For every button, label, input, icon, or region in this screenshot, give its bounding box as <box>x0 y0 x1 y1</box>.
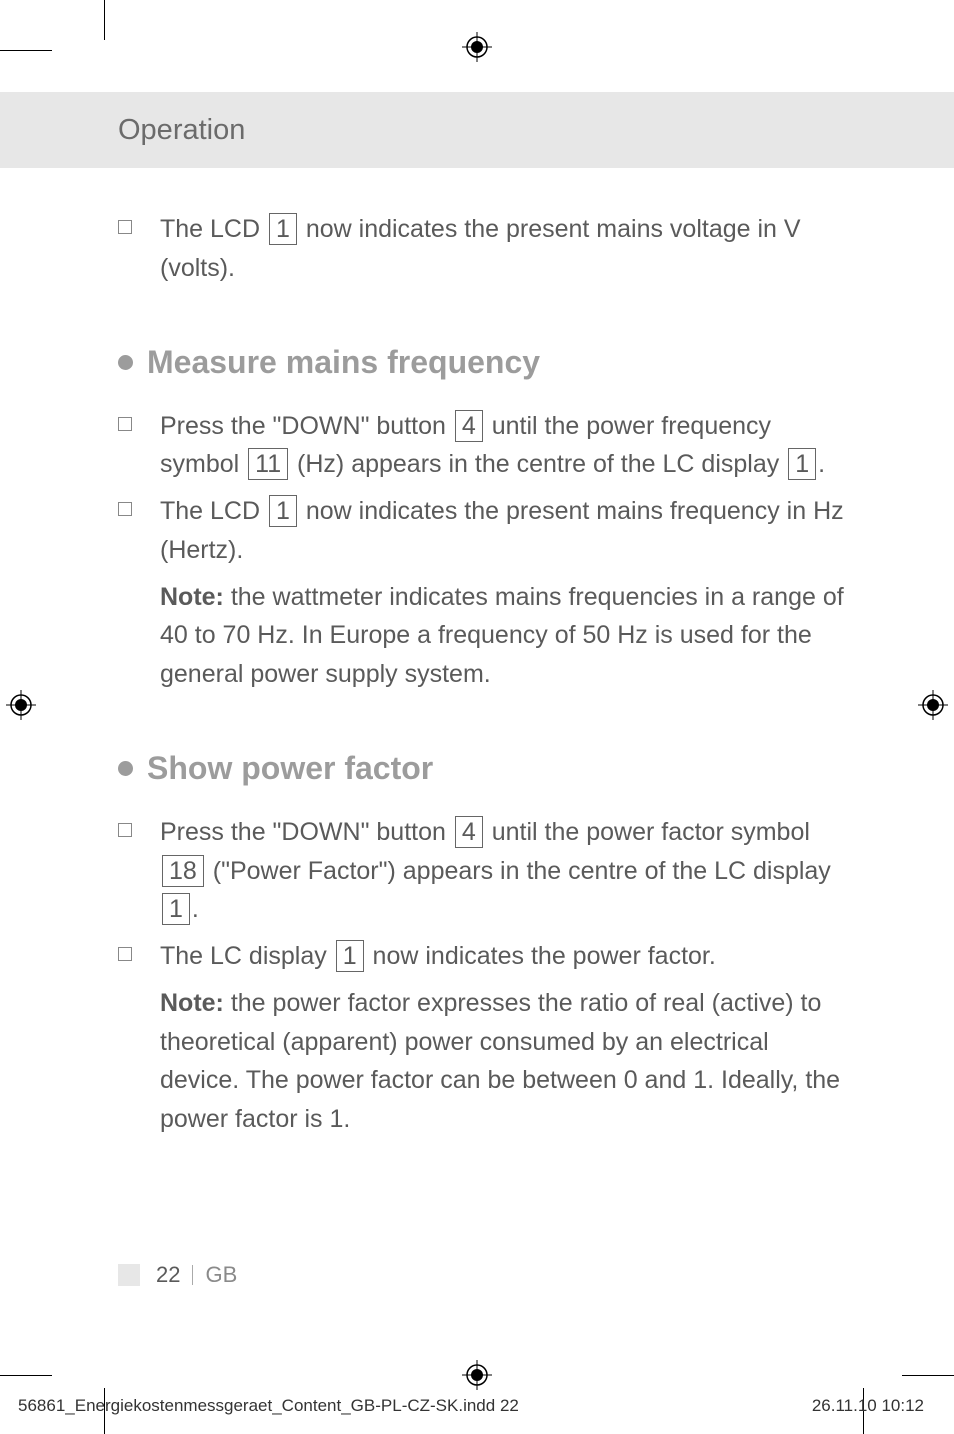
list-item: The LCD 1 now indicates the present main… <box>118 492 854 570</box>
page-title: Operation <box>118 114 245 147</box>
checkbox-icon <box>118 417 132 431</box>
intro-item: The LCD 1 now indicates the present main… <box>118 210 854 288</box>
ref-box: 1 <box>336 940 364 972</box>
divider <box>192 1265 193 1285</box>
text: . <box>192 895 199 923</box>
content: The LCD 1 now indicates the present main… <box>118 210 854 1147</box>
ref-box: 1 <box>269 213 297 245</box>
bullet-icon <box>118 355 133 370</box>
ref-box: 11 <box>248 448 288 480</box>
ref-box: 18 <box>162 855 204 887</box>
text: Press the "DOWN" button <box>160 818 453 846</box>
ref-box: 1 <box>788 448 816 480</box>
registration-mark-icon <box>918 690 948 720</box>
section-heading: Show power factor <box>118 750 854 787</box>
checkbox-icon <box>118 823 132 837</box>
page-num-value: 22 <box>156 1262 180 1288</box>
list-item: The LC display 1 now indicates the power… <box>118 937 854 976</box>
page-number: 22 GB <box>118 1262 237 1288</box>
checkbox-icon <box>118 220 132 234</box>
checkbox-icon <box>118 502 132 516</box>
page-region: GB <box>205 1262 237 1288</box>
note-label: Note: <box>160 583 224 611</box>
text: now indicates the power factor. <box>366 942 716 970</box>
text: (Hz) appears in the centre of the LC dis… <box>290 450 786 478</box>
ref-box: 1 <box>162 893 190 925</box>
section-title: Measure mains frequency <box>147 344 540 381</box>
ref-box: 1 <box>269 495 297 527</box>
section-heading: Measure mains frequency <box>118 344 854 381</box>
footer: 56861_Energiekostenmessgeraet_Content_GB… <box>18 1396 924 1416</box>
text: The LCD <box>160 497 267 525</box>
text: . <box>818 450 825 478</box>
registration-mark-icon <box>462 1360 492 1390</box>
registration-mark-icon <box>462 32 492 62</box>
registration-mark-icon <box>6 690 36 720</box>
ref-box: 4 <box>455 410 483 442</box>
note-label: Note: <box>160 989 224 1017</box>
note: Note: the wattmeter indicates mains freq… <box>118 578 854 694</box>
list-item: Press the "DOWN" button 4 until the powe… <box>118 407 854 485</box>
footer-date: 26.11.10 10:12 <box>812 1396 924 1416</box>
ref-box: 4 <box>455 816 483 848</box>
text: until the power factor symbol <box>485 818 810 846</box>
bullet-icon <box>118 761 133 776</box>
checkbox-icon <box>118 947 132 961</box>
header-band: Operation <box>0 92 954 168</box>
page-marker-icon <box>118 1264 140 1286</box>
note: Note: the power factor expresses the rat… <box>118 984 854 1139</box>
footer-file: 56861_Energiekostenmessgeraet_Content_GB… <box>18 1396 519 1416</box>
note-text: the wattmeter indicates mains frequencie… <box>160 583 844 689</box>
text: ("Power Factor") appears in the centre o… <box>206 857 831 885</box>
section-title: Show power factor <box>147 750 433 787</box>
list-item: Press the "DOWN" button 4 until the powe… <box>118 813 854 929</box>
note-text: the power factor expresses the ratio of … <box>160 989 840 1133</box>
text: The LCD <box>160 215 267 243</box>
text: The LC display <box>160 942 334 970</box>
text: Press the "DOWN" button <box>160 412 453 440</box>
